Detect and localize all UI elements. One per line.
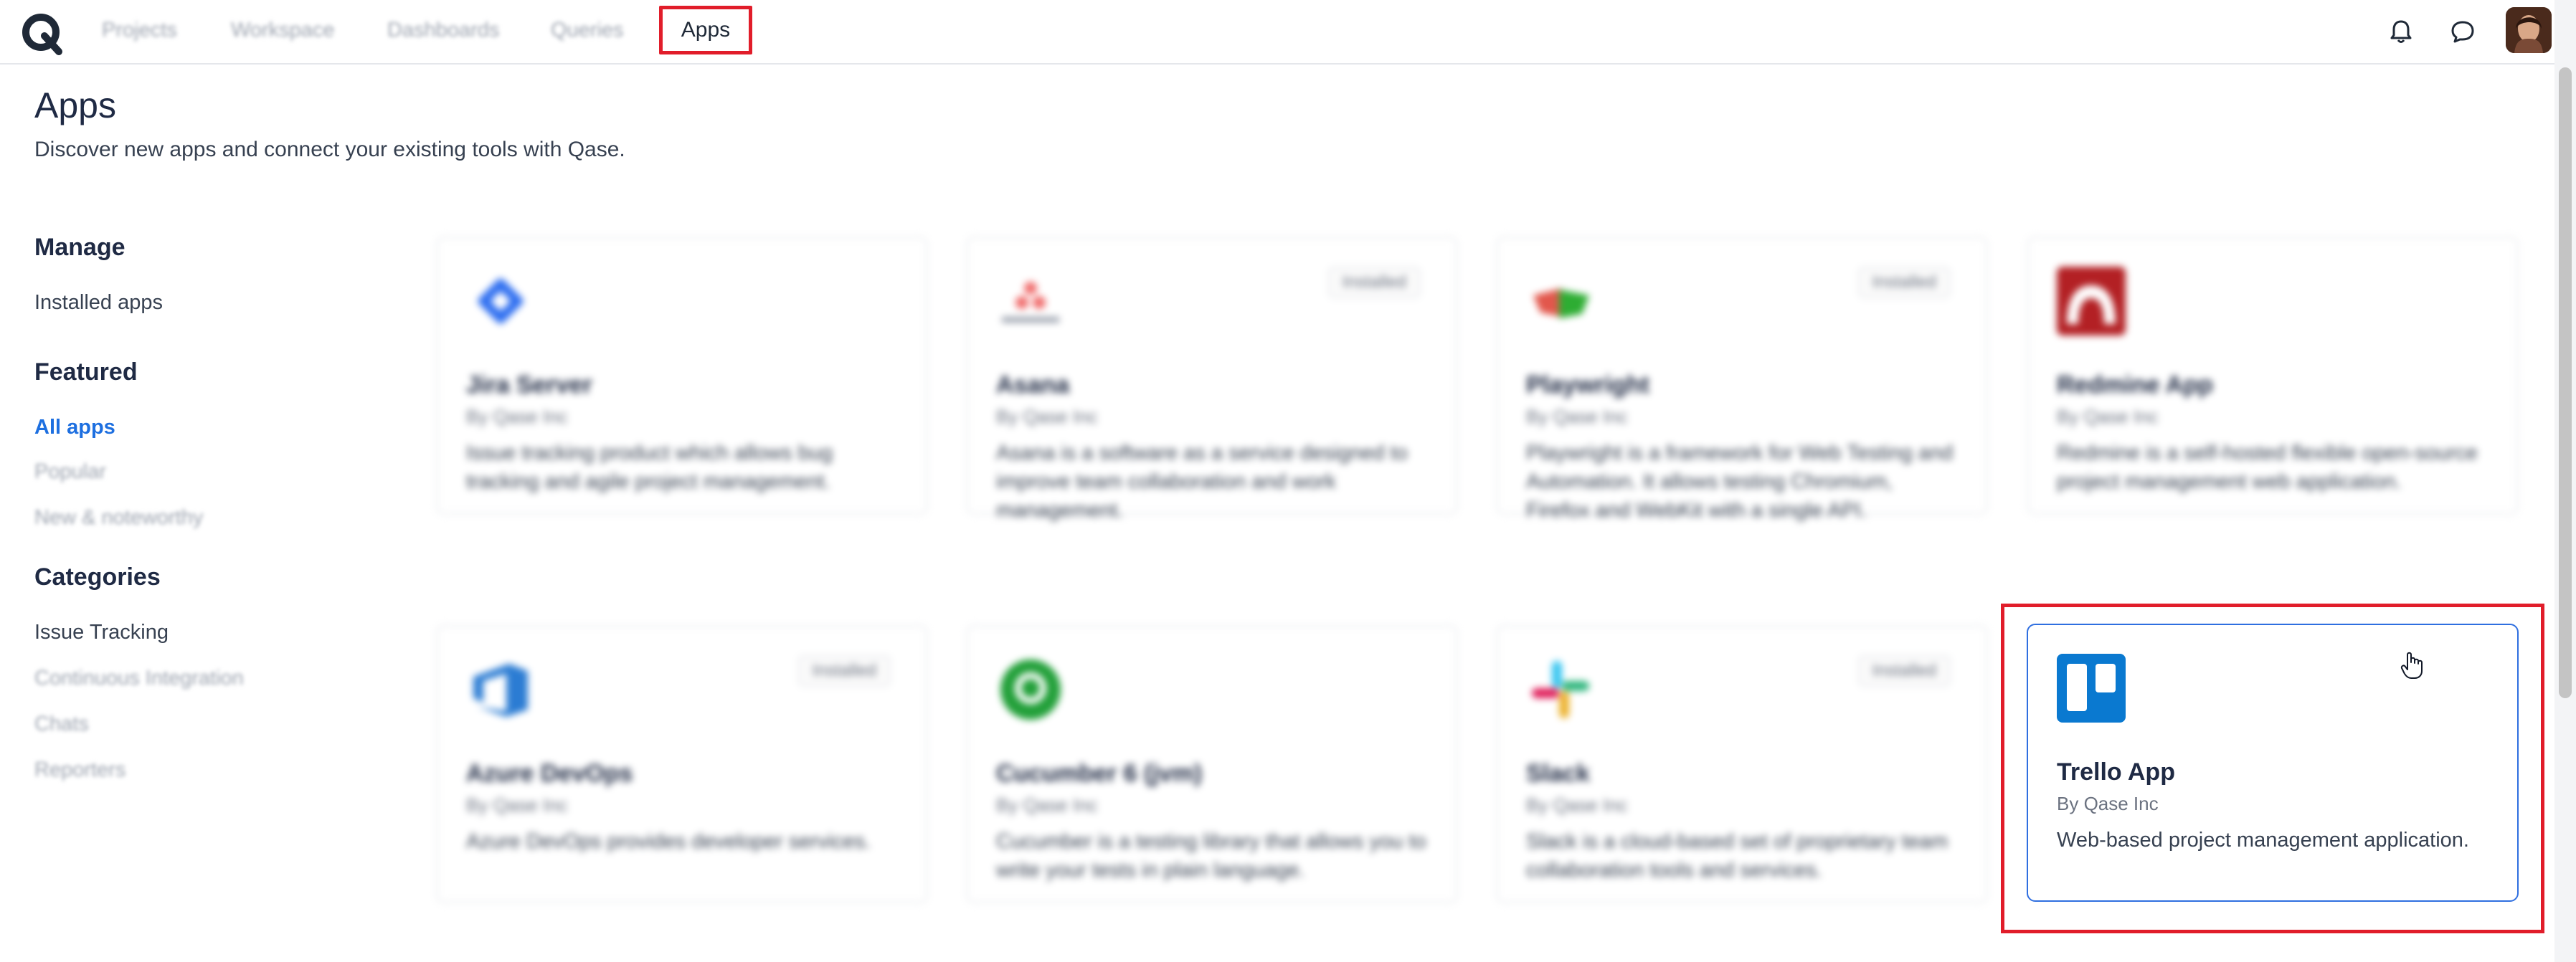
nav-projects[interactable]: Projects (102, 19, 177, 42)
sidebar-item-all-apps[interactable]: All apps (34, 416, 115, 439)
app-name: Trello App (2057, 758, 2175, 786)
app-card-redmine[interactable]: Redmine App By Qase Inc Redmine is a sel… (2027, 237, 2519, 515)
asana-icon (1002, 282, 1059, 323)
app-card-trello[interactable]: Trello App By Qase Inc Web-based project… (2027, 624, 2519, 902)
installed-badge: Installed (1857, 655, 1951, 687)
installed-badge: Installed (1857, 267, 1951, 298)
user-avatar[interactable] (2506, 7, 2552, 53)
sidebar-item-new-noteworthy[interactable]: New & noteworthy (34, 506, 203, 530)
app-card-cucumber[interactable]: Cucumber 6 (jvm) By Qase Inc Cucumber is… (966, 625, 1458, 903)
app-name: Jira Server (466, 371, 592, 399)
app-name: Slack (1526, 760, 1590, 787)
qase-logo-icon[interactable] (20, 11, 65, 56)
sidebar-item-reporters[interactable]: Reporters (34, 758, 126, 782)
sidebar-item-popular[interactable]: Popular (34, 460, 106, 484)
app-card-asana[interactable]: Installed Asana By Qase Inc Asana is a s… (966, 237, 1458, 522)
nav-apps[interactable]: Apps (659, 6, 752, 54)
chat-icon[interactable] (2448, 17, 2477, 46)
app-name: Azure DevOps (466, 760, 633, 787)
app-name: Cucumber 6 (jvm) (996, 760, 1203, 787)
nav-dashboards[interactable]: Dashboards (387, 19, 499, 42)
sidebar-item-issue-tracking[interactable]: Issue Tracking (34, 621, 169, 644)
app-publisher: By Qase Inc (466, 794, 568, 816)
app-card-azure-devops[interactable]: Installed Azure DevOps By Qase Inc Azure… (436, 625, 928, 903)
cucumber-icon (1000, 659, 1061, 720)
app-description: Web-based project management application… (2057, 829, 2469, 852)
app-publisher: By Qase Inc (466, 406, 568, 427)
slack-icon (1532, 661, 1589, 718)
app-publisher: By Qase Inc (1526, 794, 1628, 816)
trello-icon (2057, 654, 2126, 723)
installed-badge: Installed (797, 655, 891, 687)
jira-icon (478, 278, 524, 324)
app-name: Asana (996, 371, 1070, 399)
sidebar-heading-manage: Manage (34, 234, 126, 261)
app-description: Issue tracking product which allows bug … (466, 442, 833, 493)
app-description: Asana is a software as a service designe… (996, 442, 1408, 522)
playwright-icon (1533, 288, 1589, 318)
app-name: Playwright (1526, 371, 1649, 399)
sidebar-heading-categories: Categories (34, 563, 161, 591)
app-publisher: By Qase Inc (2057, 793, 2159, 814)
bell-icon[interactable] (2387, 17, 2415, 46)
sidebar-heading-featured: Featured (34, 358, 138, 386)
app-card-jira-server[interactable]: Jira Server By Qase Inc Issue tracking p… (436, 237, 928, 515)
scrollbar-thumb[interactable] (2559, 67, 2572, 698)
app-description: Cucumber is a testing library that allow… (996, 830, 1426, 882)
app-description: Slack is a cloud-based set of proprietar… (1526, 830, 1948, 882)
sidebar-item-continuous-integration[interactable]: Continuous Integration (34, 667, 244, 690)
installed-badge: Installed (1327, 267, 1421, 298)
app-name: Redmine App (2057, 371, 2213, 399)
nav-queries[interactable]: Queries (551, 19, 624, 42)
redmine-icon (2057, 267, 2126, 335)
sidebar-item-chats[interactable]: Chats (34, 713, 89, 736)
app-publisher: By Qase Inc (996, 794, 1098, 816)
page-title: Apps (34, 85, 116, 125)
sidebar-item-installed-apps[interactable]: Installed apps (34, 291, 163, 315)
azure-devops-icon (473, 664, 528, 717)
app-publisher: By Qase Inc (2057, 406, 2159, 427)
page-subtitle: Discover new apps and connect your exist… (34, 138, 625, 161)
hand-cursor-icon (2400, 652, 2423, 679)
top-navbar: Projects Workspace Dashboards Queries Ap… (0, 0, 2554, 65)
app-card-playwright[interactable]: Installed Playwright By Qase Inc Playwri… (1496, 237, 1988, 522)
app-publisher: By Qase Inc (1526, 406, 1628, 427)
app-description: Redmine is a self-hosted flexible open-s… (2057, 442, 2478, 493)
app-description: Azure DevOps provides developer services… (466, 830, 871, 853)
app-publisher: By Qase Inc (996, 406, 1098, 427)
nav-workspace[interactable]: Workspace (231, 19, 335, 42)
app-description: Playwright is a framework for Web Testin… (1526, 442, 1954, 522)
app-card-slack[interactable]: Installed Slack By Qase Inc Slack is a c… (1496, 625, 1988, 903)
